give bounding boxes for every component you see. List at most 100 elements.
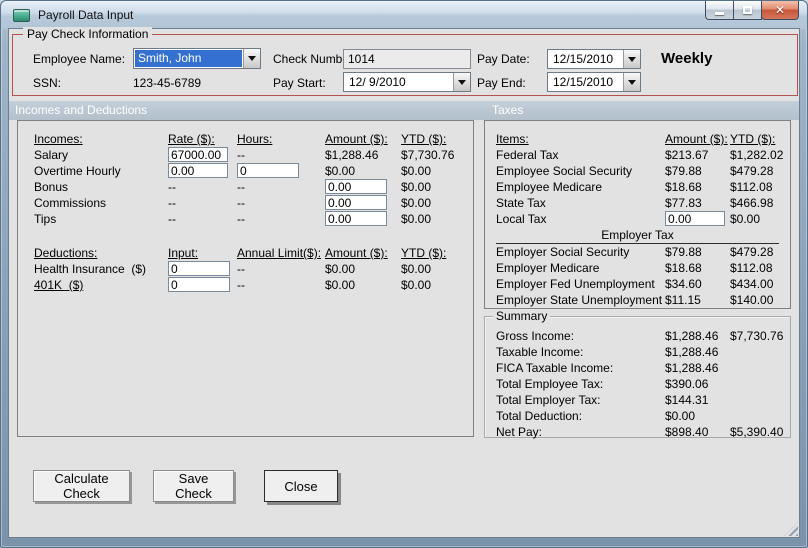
pay-start-dropdown-icon[interactable] <box>453 73 470 91</box>
employee-name-label: Employee Name: <box>33 52 126 66</box>
summary-cell: $390.06 <box>665 377 709 391</box>
deductions-header-input: Input: <box>168 246 199 260</box>
incomes-table: Incomes: Rate ($): Hours: Amount ($): YT… <box>18 121 473 227</box>
health-insurance-input[interactable] <box>168 261 230 276</box>
income-row-label: Salary <box>34 148 69 162</box>
salary-rate-input[interactable] <box>168 147 228 162</box>
tax-row-label: Federal Tax <box>496 148 559 162</box>
local-tax-input[interactable] <box>665 211 725 226</box>
commissions-amount-input[interactable] <box>325 195 387 210</box>
income-cell: -- <box>237 148 245 162</box>
close-icon: ✕ <box>774 3 786 17</box>
incomes-header-name: Incomes: <box>34 132 83 146</box>
summary-row-label: Total Employer Tax: <box>496 393 601 407</box>
summary-row-label: Taxable Income: <box>496 345 584 359</box>
income-cell: -- <box>168 212 176 226</box>
summary-cell: $144.31 <box>665 393 709 407</box>
pay-date-dropdown-icon[interactable] <box>623 50 640 68</box>
employee-name-dropdown-icon[interactable] <box>243 49 260 68</box>
pay-date-value: 12/15/2010 <box>553 52 614 66</box>
deductions-header-amount: Amount ($): <box>325 246 388 260</box>
deduction-cell: $0.00 <box>325 278 356 292</box>
taxes-header-amount: Amount ($): <box>665 132 728 146</box>
payroll-window: Payroll Data Input ✕ Pay Check Informati… <box>0 0 808 548</box>
employer-tax-divider: Employer Tax <box>496 228 779 244</box>
tax-cell: $18.68 <box>665 180 702 194</box>
overtime-hours-input[interactable] <box>237 163 299 178</box>
pay-start-picker[interactable]: 12/ 9/2010 <box>343 72 471 92</box>
pay-end-dropdown-icon[interactable] <box>623 73 640 91</box>
summary-cell <box>730 392 786 408</box>
summary-cell: $1,288.46 <box>665 345 719 359</box>
income-cell: $0.00 <box>325 164 356 178</box>
tax-cell: $479.28 <box>730 164 774 178</box>
income-cell: $1,288.46 <box>325 148 379 162</box>
summary-cell: $0.00 <box>665 409 696 423</box>
taxes-header-items: Items: <box>496 132 529 146</box>
overtime-rate-input[interactable] <box>168 163 228 178</box>
income-row-label: Overtime Hourly <box>34 164 121 178</box>
tax-cell: $11.15 <box>665 293 701 307</box>
income-cell: -- <box>237 180 245 194</box>
deduction-cell: $0.00 <box>325 262 356 276</box>
tax-row-label: Employee Social Security <box>496 164 633 178</box>
maximize-icon <box>743 6 752 14</box>
income-cell: -- <box>237 212 245 226</box>
paycheck-info-group: Pay Check Information Employee Name: Smi… <box>12 27 798 96</box>
check-number-field[interactable]: 1014 <box>343 49 471 69</box>
maximize-button[interactable] <box>733 1 762 20</box>
summary-row-label: Gross Income: <box>496 329 575 343</box>
tips-amount-input[interactable] <box>325 211 387 226</box>
income-cell: $0.00 <box>401 212 432 226</box>
minimize-button[interactable] <box>705 1 734 20</box>
window-title: Payroll Data Input <box>38 8 134 22</box>
tax-cell: $466.98 <box>730 196 774 210</box>
section-header-taxes: Taxes <box>492 103 524 117</box>
bonus-amount-input[interactable] <box>325 179 387 194</box>
income-cell: $0.00 <box>401 180 432 194</box>
resize-grip[interactable] <box>784 522 798 536</box>
deduction-401k-link: 401K ($) <box>34 278 84 292</box>
tax-cell: $79.88 <box>665 245 702 259</box>
summary-cell: $1,288.46 <box>665 329 719 343</box>
taxes-header-ytd: YTD ($): <box>730 132 776 146</box>
tax-row-label: Employer State Unemployment <box>496 293 663 307</box>
pay-start-label: Pay Start: <box>273 76 326 90</box>
summary-group-label: Summary <box>493 309 551 324</box>
pay-date-label: Pay Date: <box>477 52 530 66</box>
tax-cell: $479.28 <box>730 245 774 259</box>
window-controls: ✕ <box>705 1 799 20</box>
pay-end-picker[interactable]: 12/15/2010 <box>547 72 641 92</box>
tax-cell: $77.83 <box>665 196 702 210</box>
save-check-button[interactable]: Save Check <box>153 470 234 502</box>
employee-name-combo[interactable]: Smith, John <box>133 48 261 69</box>
client-area: Pay Check Information Employee Name: Smi… <box>9 27 799 537</box>
deduction-cell: -- <box>237 278 245 292</box>
summary-cell: $1,288.46 <box>665 361 719 375</box>
summary-group: Summary Gross Income: $1,288.46 $7,730.7… <box>484 309 791 440</box>
close-button[interactable]: Close <box>264 470 338 502</box>
close-window-button[interactable]: ✕ <box>761 1 799 20</box>
summary-cell: $898.40 <box>665 425 709 439</box>
tax-cell: $18.68 <box>665 261 702 275</box>
income-row-label: Bonus <box>34 180 69 194</box>
taxes-panel: Items: Amount ($): YTD ($): Federal Tax … <box>484 120 791 309</box>
tax-row-label: Employer Medicare <box>496 261 600 275</box>
summary-table: Gross Income: $1,288.46 $7,730.76 Taxabl… <box>485 317 790 440</box>
tax-cell: $140.00 <box>730 293 774 307</box>
incomes-header-ytd: YTD ($): <box>401 132 447 146</box>
tax-cell: $213.67 <box>665 148 709 162</box>
paycheck-info-group-label: Pay Check Information <box>23 27 153 42</box>
summary-row-label: Total Deduction: <box>496 409 583 423</box>
calculate-check-button[interactable]: Calculate Check <box>33 470 130 502</box>
tax-cell: $1,282.02 <box>730 148 784 162</box>
income-cell: -- <box>168 196 176 210</box>
pay-frequency-label: Weekly <box>661 50 713 67</box>
app-icon <box>13 8 30 22</box>
incomes-deductions-panel: Incomes: Rate ($): Hours: Amount ($): YT… <box>17 120 474 437</box>
deduction-cell: -- <box>237 262 245 276</box>
401k-input[interactable] <box>168 277 230 292</box>
income-cell: -- <box>168 180 176 194</box>
pay-date-picker[interactable]: 12/15/2010 <box>547 49 641 69</box>
titlebar[interactable]: Payroll Data Input ✕ <box>1 1 807 29</box>
